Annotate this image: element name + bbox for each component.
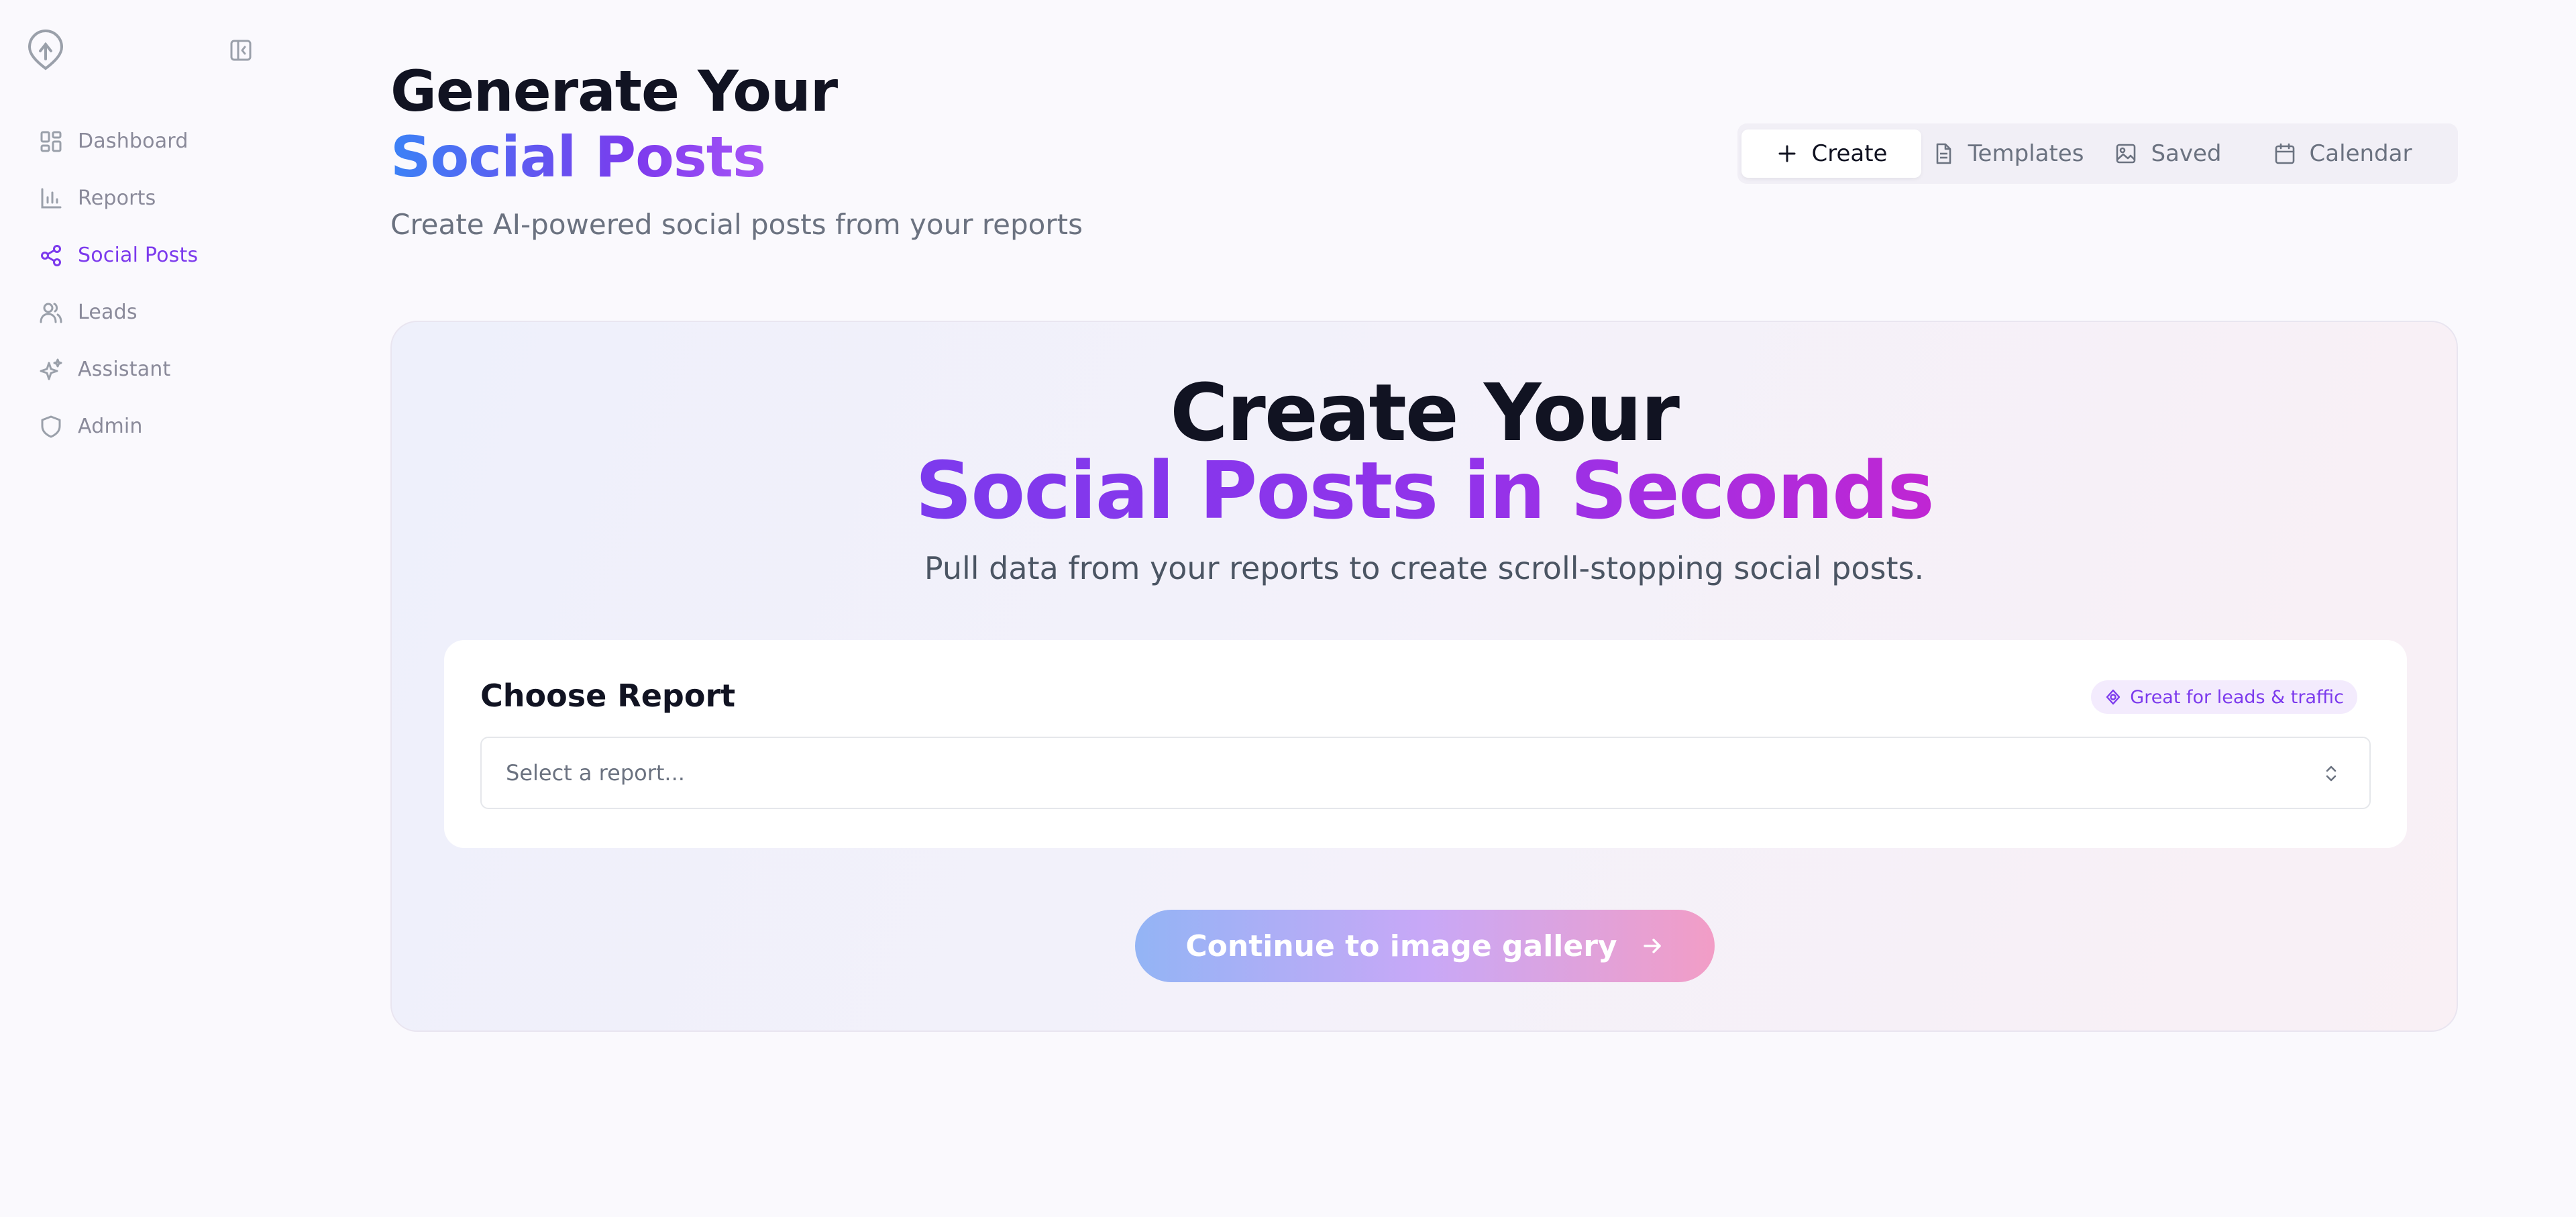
- sidebar-nav: Dashboard Reports Social Posts Leads Ass…: [0, 113, 295, 455]
- shield-icon: [39, 415, 63, 439]
- sidebar-item-label: Admin: [78, 415, 143, 438]
- share-icon: [39, 244, 63, 268]
- hero-subtitle: Pull data from your reports to create sc…: [924, 550, 1925, 586]
- sidebar-item-label: Leads: [78, 301, 138, 324]
- create-card: Create Your Social Posts in Seconds Pull…: [390, 321, 2458, 1032]
- tab-label: Create: [1811, 140, 1888, 167]
- sidebar-item-label: Assistant: [78, 358, 171, 381]
- users-icon: [39, 301, 63, 325]
- brand-logo-icon[interactable]: [27, 30, 64, 71]
- sidebar-item-label: Reports: [78, 187, 156, 210]
- report-select-placeholder: Select a report...: [506, 760, 685, 786]
- sidebar-item-label: Social Posts: [78, 244, 199, 267]
- sidebar-item-leads[interactable]: Leads: [0, 284, 295, 341]
- tab-templates[interactable]: Templates: [1921, 129, 2094, 178]
- tab-label: Calendar: [2309, 140, 2412, 167]
- page-title: Generate Your: [390, 58, 838, 124]
- bar-chart-icon: [39, 187, 63, 211]
- sidebar-item-social-posts[interactable]: Social Posts: [0, 227, 295, 284]
- hero-title-highlight: Social Posts in Seconds: [915, 444, 1934, 537]
- sidebar-collapse-icon[interactable]: [229, 39, 252, 62]
- arrow-right-icon: [1640, 934, 1664, 958]
- choose-report-title: Choose Report: [480, 678, 736, 714]
- dashboard-icon: [39, 129, 63, 154]
- continue-button-label: Continue to image gallery: [1185, 929, 1617, 963]
- tab-saved[interactable]: Saved: [2094, 129, 2242, 178]
- plus-icon: [1776, 142, 1799, 165]
- sparkles-icon: [39, 358, 63, 382]
- calendar-icon: [2273, 142, 2296, 165]
- page-title-highlight: Social Posts: [390, 124, 766, 190]
- report-select[interactable]: Select a report...: [480, 737, 2371, 809]
- tab-bar: Create Templates Saved Calendar: [1737, 123, 2458, 184]
- sidebar: Dashboard Reports Social Posts Leads Ass…: [0, 0, 295, 1217]
- target-icon: [2104, 688, 2122, 706]
- status-badge: Great for leads & traffic: [2091, 680, 2357, 714]
- tab-label: Templates: [1968, 140, 2084, 167]
- sidebar-item-dashboard[interactable]: Dashboard: [0, 113, 295, 170]
- chevron-up-down-icon: [2320, 762, 2343, 785]
- document-icon: [1932, 142, 1955, 165]
- page-subtitle: Create AI-powered social posts from your…: [390, 208, 1083, 241]
- hero-title-highlight-wrap: Social Posts in Seconds: [392, 447, 2457, 534]
- sidebar-item-admin[interactable]: Admin: [0, 398, 295, 455]
- sidebar-item-reports[interactable]: Reports: [0, 170, 295, 227]
- image-icon: [2114, 142, 2137, 165]
- hero-title: Create Your: [1170, 366, 1680, 459]
- sidebar-item-assistant[interactable]: Assistant: [0, 341, 295, 398]
- badge-label: Great for leads & traffic: [2130, 686, 2344, 708]
- tab-label: Saved: [2151, 140, 2222, 167]
- tab-create[interactable]: Create: [1741, 129, 1921, 178]
- continue-to-gallery-button[interactable]: Continue to image gallery: [1135, 910, 1715, 982]
- tab-calendar[interactable]: Calendar: [2242, 129, 2443, 178]
- choose-report-panel: Choose Report Great for leads & traffic …: [444, 640, 2407, 848]
- sidebar-item-label: Dashboard: [78, 129, 189, 153]
